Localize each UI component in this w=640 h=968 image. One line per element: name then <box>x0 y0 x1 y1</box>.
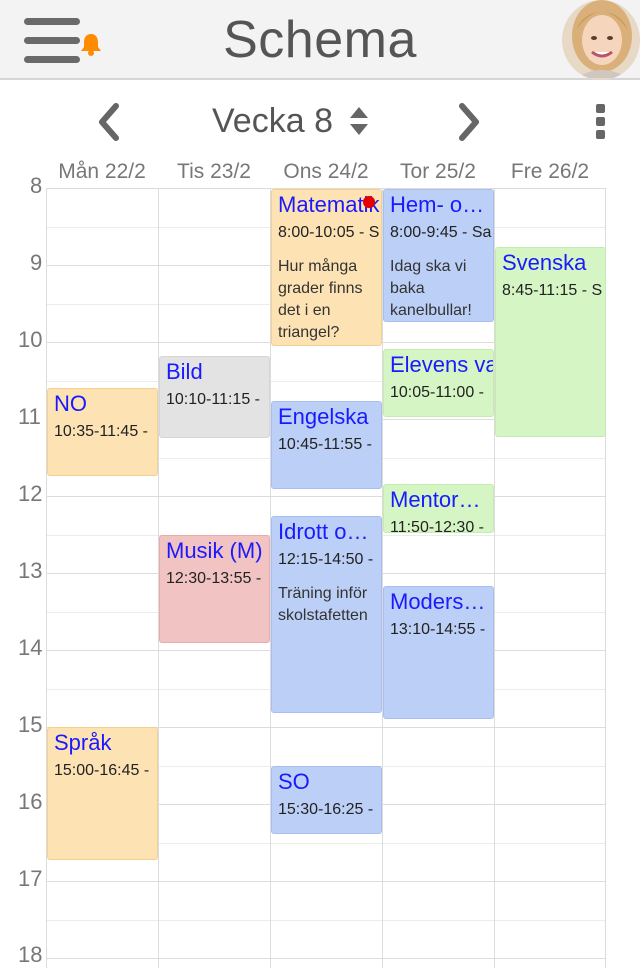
event-title: Moders… <box>390 589 486 614</box>
hour-label: 12 <box>18 481 43 506</box>
grid-line <box>46 496 606 497</box>
week-label[interactable]: Vecka 8 <box>212 102 333 141</box>
event-time: 15:30-16:25 - <box>278 801 374 818</box>
event-so[interactable]: SO 15:30-16:25 - <box>271 766 382 834</box>
event-note: Idag ska vi baka kanelbullar! <box>390 258 472 319</box>
event-title: SO <box>278 769 310 794</box>
event-time: 13:10-14:55 - <box>390 621 486 638</box>
event-title: Mentors… <box>390 487 492 512</box>
event-time: 10:10-11:15 - <box>166 391 260 408</box>
event-note: Träning inför skolstafetten <box>278 585 368 624</box>
day-header-wed: Ons 24/2 <box>283 160 369 183</box>
grid-line <box>46 958 606 959</box>
event-title: Bild <box>166 359 203 384</box>
event-time: 8:45-11:15 - S <box>502 282 603 299</box>
day-header-mon: Mån 22/2 <box>58 160 146 183</box>
event-time: 10:05-11:00 - <box>390 384 484 401</box>
event-note: Hur många grader finns det i en triangel… <box>278 258 363 341</box>
day-header-fri: Fre 26/2 <box>510 160 590 183</box>
day-header-tue: Tis 23/2 <box>177 160 251 183</box>
app-header: Schema <box>0 0 640 80</box>
event-time: 11:50-12:30 - <box>390 519 484 533</box>
week-select-icon[interactable] <box>348 104 370 138</box>
event-svenska[interactable]: Svenska 8:45-11:15 - S <box>495 247 606 437</box>
week-navigation: Vecka 8 <box>0 90 640 150</box>
avatar[interactable] <box>562 0 640 80</box>
day-header-thu: Tor 25/2 <box>400 160 476 183</box>
page-title: Schema <box>223 11 417 69</box>
event-time: 8:00-9:45 - Sa <box>390 224 492 241</box>
event-title: Idrott oc… <box>278 519 380 544</box>
event-hemkunskap[interactable]: Hem- oc… 8:00-9:45 - Sa Idag ska vi baka… <box>383 189 494 322</box>
event-idrott[interactable]: Idrott oc… 12:15-14:50 - Träning inför s… <box>271 516 382 713</box>
next-week-icon[interactable] <box>454 102 484 142</box>
hour-label: 15 <box>18 712 43 737</box>
event-bild[interactable]: Bild 10:10-11:15 - <box>159 356 270 438</box>
event-time: 8:00-10:05 - S <box>278 224 380 241</box>
event-time: 12:30-13:55 - <box>166 570 262 587</box>
event-title: Engelska <box>278 404 369 429</box>
grid-line <box>46 881 606 882</box>
more-options-icon[interactable] <box>594 104 606 140</box>
hour-label: 18 <box>18 942 43 967</box>
hour-label: 14 <box>18 635 43 660</box>
event-time: 12:15-14:50 - <box>278 551 374 568</box>
event-time: 15:00-16:45 - <box>54 762 150 779</box>
hour-label: 10 <box>18 327 43 352</box>
event-time: 10:45-11:55 - <box>278 436 372 453</box>
grid-line <box>46 919 606 921</box>
event-title: Språk <box>54 730 112 755</box>
unread-indicator <box>363 196 375 208</box>
hour-label: 16 <box>18 789 43 814</box>
event-musik[interactable]: Musik (M) 12:30-13:55 - <box>159 535 270 643</box>
event-title: Musik (M) <box>166 538 263 563</box>
hour-label: 11 <box>18 404 41 429</box>
previous-week-icon[interactable] <box>94 102 124 142</box>
event-no[interactable]: NO 10:35-11:45 - <box>47 388 158 476</box>
event-sprak[interactable]: Språk 15:00-16:45 - <box>47 727 158 860</box>
event-title: Hem- oc… <box>390 192 493 217</box>
event-title: Elevens va <box>390 352 493 377</box>
event-title: NO <box>54 391 87 416</box>
event-matematik[interactable]: Matematik 8:00-10:05 - S Hur många grade… <box>271 189 382 346</box>
event-mentorstid[interactable]: Mentors… 11:50-12:30 - <box>383 484 494 533</box>
event-modersmal[interactable]: Moders… 13:10-14:55 - <box>383 586 494 719</box>
hour-label: 17 <box>18 866 43 891</box>
avatar-image <box>562 0 640 80</box>
event-time: 10:35-11:45 - <box>54 423 148 440</box>
event-engelska[interactable]: Engelska 10:45-11:55 - <box>271 401 382 489</box>
event-elevens-val[interactable]: Elevens va 10:05-11:00 - <box>383 349 494 417</box>
hour-label: 13 <box>18 558 43 583</box>
event-title: Svenska <box>502 250 587 275</box>
